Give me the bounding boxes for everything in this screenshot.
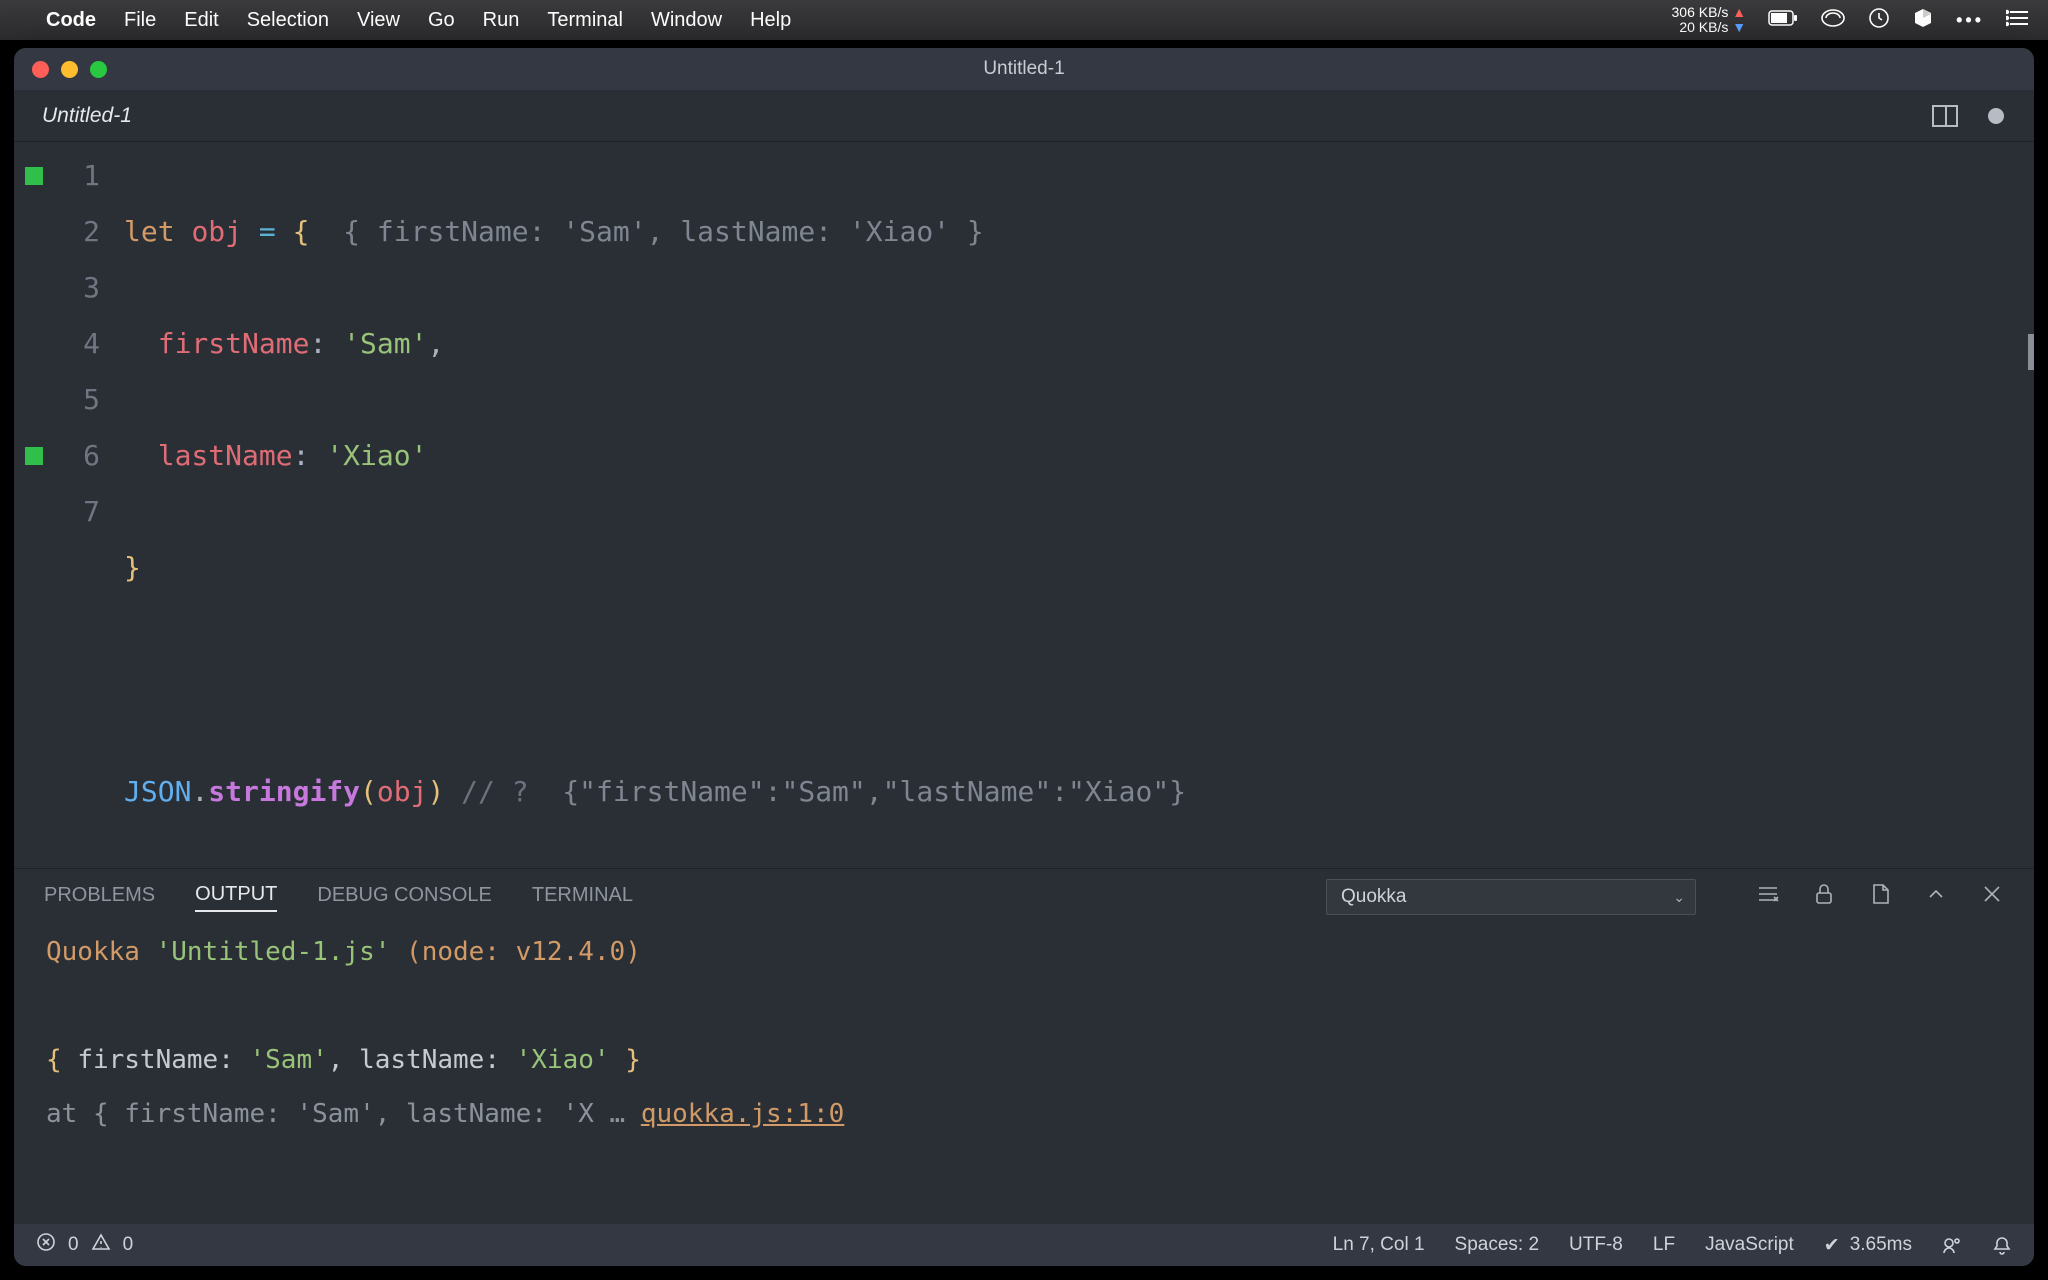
close-window-button[interactable] xyxy=(32,61,49,78)
bottom-panel: PROBLEMS OUTPUT DEBUG CONSOLE TERMINAL Q… xyxy=(14,868,2034,1224)
open-log-icon[interactable] xyxy=(1868,882,1892,912)
notifications-icon[interactable] xyxy=(1992,1235,2012,1255)
inline-result-hint: {"firstName":"Sam","lastName":"Xiao"} xyxy=(562,775,1186,808)
overflow-icon[interactable]: ••• xyxy=(1956,10,1984,31)
encoding-status[interactable]: UTF-8 xyxy=(1569,1234,1623,1256)
inline-value-hint: { firstName: 'Sam', lastName: 'Xiao' } xyxy=(343,215,984,248)
code-content[interactable]: let obj = { { firstName: 'Sam', lastName… xyxy=(124,142,2034,868)
menu-list-icon[interactable] xyxy=(2006,9,2030,32)
language-mode[interactable]: JavaScript xyxy=(1705,1234,1794,1256)
chevron-down-icon: ⌄ xyxy=(1673,889,1685,906)
warnings-icon[interactable] xyxy=(91,1232,111,1258)
feedback-icon[interactable] xyxy=(1942,1235,1962,1255)
clear-output-icon[interactable] xyxy=(1756,882,1780,912)
network-speed-indicator: 306 KB/s 20 KB/s xyxy=(1672,5,1747,34)
panel-tab-output[interactable]: OUTPUT xyxy=(195,883,277,912)
line-number-gutter: 1 2 3 4 5 6 7 xyxy=(54,142,124,868)
menu-view[interactable]: View xyxy=(357,9,400,32)
status-bar: 0 0 Ln 7, Col 1 Spaces: 2 UTF-8 LF JavaS… xyxy=(14,1224,2034,1266)
warnings-count[interactable]: 0 xyxy=(123,1234,134,1256)
cursor-position[interactable]: Ln 7, Col 1 xyxy=(1333,1234,1425,1256)
quokka-marker-icon xyxy=(14,148,54,204)
quokka-timing[interactable]: ✔ 3.65ms xyxy=(1824,1234,1912,1257)
editor-tab-untitled[interactable]: Untitled-1 xyxy=(14,90,160,141)
app-name[interactable]: Code xyxy=(46,9,96,32)
eol-status[interactable]: LF xyxy=(1653,1234,1675,1256)
window-titlebar[interactable]: Untitled-1 xyxy=(14,48,2034,90)
collapse-panel-icon[interactable] xyxy=(1924,882,1948,912)
indentation-status[interactable]: Spaces: 2 xyxy=(1455,1234,1540,1256)
errors-count[interactable]: 0 xyxy=(68,1234,79,1256)
panel-tab-terminal[interactable]: TERMINAL xyxy=(532,884,633,911)
menu-edit[interactable]: Edit xyxy=(184,9,218,32)
panel-tab-debugconsole[interactable]: DEBUG CONSOLE xyxy=(317,884,491,911)
quokka-gutter xyxy=(14,142,54,868)
errors-icon[interactable] xyxy=(36,1232,56,1258)
quokka-source-link[interactable]: quokka.js:1:0 xyxy=(641,1099,845,1129)
code-editor[interactable]: 1 2 3 4 5 6 7 let obj = { { firstName: '… xyxy=(14,142,2034,868)
menu-go[interactable]: Go xyxy=(428,9,455,32)
tab-dirty-indicator-icon[interactable] xyxy=(1988,108,2004,124)
output-body[interactable]: Quokka 'Untitled-1.js' (node: v12.4.0) {… xyxy=(14,925,2034,1224)
menu-help[interactable]: Help xyxy=(750,9,791,32)
menu-selection[interactable]: Selection xyxy=(247,9,329,32)
output-channel-select[interactable]: Quokka ⌄ xyxy=(1326,879,1696,915)
menu-window[interactable]: Window xyxy=(651,9,722,32)
minimize-window-button[interactable] xyxy=(61,61,78,78)
panel-tab-problems[interactable]: PROBLEMS xyxy=(44,884,155,911)
battery-icon[interactable] xyxy=(1768,10,1798,31)
vscode-window: Untitled-1 Untitled-1 1 2 3 4 5 6 7 xyxy=(14,48,2034,1266)
window-title: Untitled-1 xyxy=(14,58,2034,80)
minimap-scrollbar[interactable] xyxy=(2028,334,2034,370)
clock-icon[interactable] xyxy=(1868,7,1890,34)
menu-file[interactable]: File xyxy=(124,9,156,32)
panel-tabbar: PROBLEMS OUTPUT DEBUG CONSOLE TERMINAL Q… xyxy=(14,869,2034,925)
lock-scroll-icon[interactable] xyxy=(1812,882,1836,912)
editor-tabbar: Untitled-1 xyxy=(14,90,2034,142)
output-object-line: { firstName: 'Sam', lastName: 'Xiao' } xyxy=(46,1033,2002,1087)
box-icon[interactable] xyxy=(1912,7,1934,34)
output-trace-line: at { firstName: 'Sam', lastName: 'X … qu… xyxy=(46,1087,2002,1141)
traffic-lights xyxy=(14,61,107,78)
zoom-window-button[interactable] xyxy=(90,61,107,78)
menu-terminal[interactable]: Terminal xyxy=(547,9,623,32)
macos-menubar: Code File Edit Selection View Go Run Ter… xyxy=(0,0,2048,40)
quokka-marker-icon xyxy=(14,428,54,484)
menu-run[interactable]: Run xyxy=(483,9,520,32)
split-editor-icon[interactable] xyxy=(1932,105,1958,127)
sync-icon[interactable] xyxy=(1820,8,1846,33)
output-header-line: Quokka 'Untitled-1.js' (node: v12.4.0) xyxy=(46,925,2002,979)
close-panel-icon[interactable] xyxy=(1980,882,2004,912)
